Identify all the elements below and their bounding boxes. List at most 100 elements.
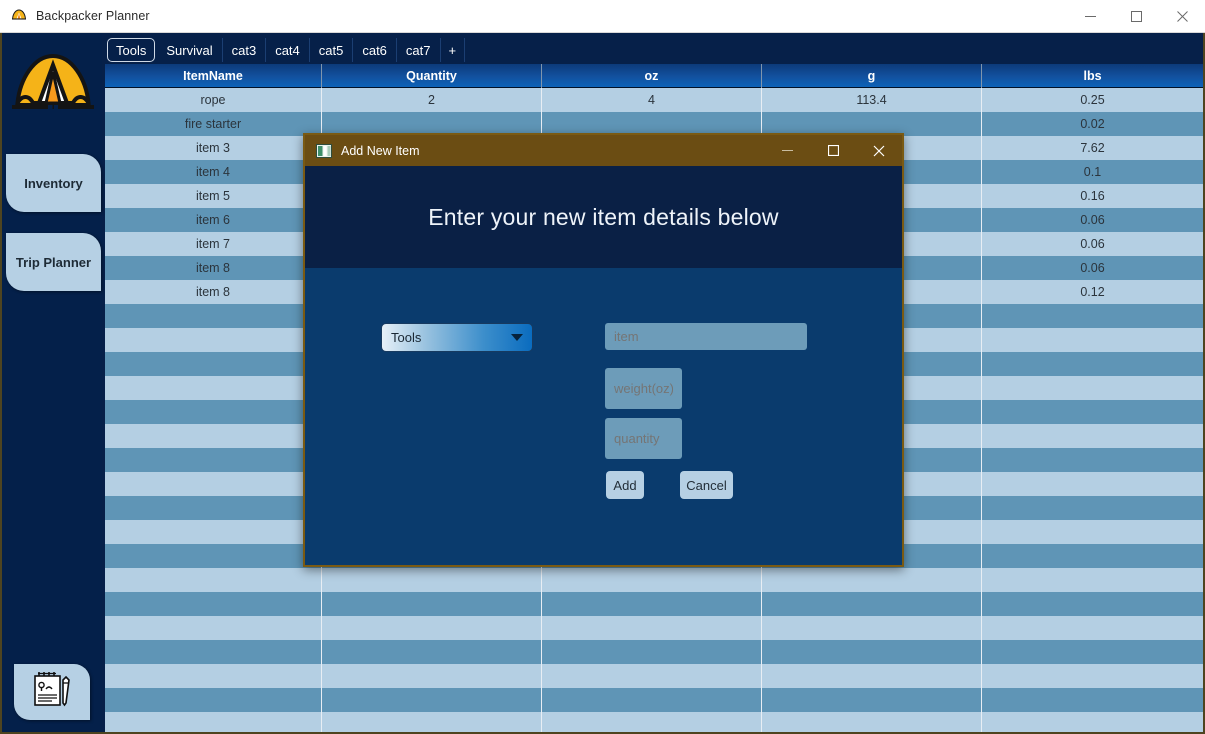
table-cell[interactable] bbox=[542, 688, 762, 712]
cancel-button[interactable]: Cancel bbox=[680, 471, 733, 499]
table-cell[interactable] bbox=[322, 712, 542, 732]
table-cell[interactable] bbox=[105, 520, 322, 544]
table-row[interactable] bbox=[105, 712, 1203, 732]
tab-cat6[interactable]: cat6 bbox=[353, 38, 397, 62]
table-cell[interactable] bbox=[105, 448, 322, 472]
table-cell[interactable] bbox=[762, 664, 982, 688]
table-cell[interactable] bbox=[105, 352, 322, 376]
dialog-minimize-button[interactable] bbox=[764, 135, 810, 166]
table-cell[interactable]: 0.12 bbox=[982, 280, 1203, 304]
tab-cat4[interactable]: cat4 bbox=[266, 38, 310, 62]
table-cell[interactable] bbox=[982, 352, 1203, 376]
table-cell[interactable] bbox=[762, 616, 982, 640]
table-row[interactable] bbox=[105, 688, 1203, 712]
table-cell[interactable] bbox=[105, 664, 322, 688]
table-cell[interactable] bbox=[322, 688, 542, 712]
table-cell[interactable] bbox=[982, 328, 1203, 352]
table-cell[interactable]: item 8 bbox=[105, 256, 322, 280]
table-cell[interactable] bbox=[542, 664, 762, 688]
table-cell[interactable] bbox=[105, 400, 322, 424]
table-cell[interactable]: item 5 bbox=[105, 184, 322, 208]
table-cell[interactable] bbox=[982, 664, 1203, 688]
table-cell[interactable]: 0.06 bbox=[982, 232, 1203, 256]
weight-input[interactable] bbox=[605, 368, 682, 409]
table-cell[interactable] bbox=[105, 544, 322, 568]
table-cell[interactable] bbox=[105, 376, 322, 400]
tab-cat7[interactable]: cat7 bbox=[397, 38, 441, 62]
table-cell[interactable] bbox=[105, 304, 322, 328]
table-cell[interactable] bbox=[105, 568, 322, 592]
table-row[interactable] bbox=[105, 616, 1203, 640]
dialog-maximize-button[interactable] bbox=[810, 135, 856, 166]
table-cell[interactable] bbox=[982, 568, 1203, 592]
table-cell[interactable]: item 6 bbox=[105, 208, 322, 232]
table-cell[interactable]: item 7 bbox=[105, 232, 322, 256]
table-cell[interactable] bbox=[982, 304, 1203, 328]
notepad-button[interactable] bbox=[14, 664, 90, 720]
column-header-g[interactable]: g bbox=[762, 64, 982, 88]
tab-cat5[interactable]: cat5 bbox=[310, 38, 354, 62]
close-button[interactable] bbox=[1159, 0, 1205, 33]
table-cell[interactable]: 2 bbox=[322, 88, 542, 112]
table-cell[interactable] bbox=[762, 568, 982, 592]
table-cell[interactable]: item 8 bbox=[105, 280, 322, 304]
category-select[interactable]: Tools bbox=[381, 323, 533, 352]
table-cell[interactable] bbox=[982, 520, 1203, 544]
table-cell[interactable]: 0.25 bbox=[982, 88, 1203, 112]
table-row[interactable] bbox=[105, 664, 1203, 688]
tab-survival[interactable]: Survival bbox=[157, 38, 223, 62]
table-cell[interactable] bbox=[105, 616, 322, 640]
table-cell[interactable] bbox=[762, 688, 982, 712]
table-cell[interactable] bbox=[982, 616, 1203, 640]
table-cell[interactable] bbox=[322, 664, 542, 688]
add-button[interactable]: Add bbox=[606, 471, 644, 499]
table-cell[interactable] bbox=[542, 640, 762, 664]
tab-tools[interactable]: Tools bbox=[107, 38, 156, 62]
table-cell[interactable] bbox=[105, 328, 322, 352]
table-cell[interactable] bbox=[982, 544, 1203, 568]
table-cell[interactable] bbox=[322, 592, 542, 616]
table-cell[interactable]: rope bbox=[105, 88, 322, 112]
table-cell[interactable] bbox=[542, 712, 762, 732]
table-cell[interactable] bbox=[982, 376, 1203, 400]
table-cell[interactable] bbox=[982, 496, 1203, 520]
table-cell[interactable]: 4 bbox=[542, 88, 762, 112]
table-cell[interactable] bbox=[762, 640, 982, 664]
table-cell[interactable] bbox=[105, 472, 322, 496]
table-cell[interactable] bbox=[105, 688, 322, 712]
table-row[interactable] bbox=[105, 640, 1203, 664]
quantity-input[interactable] bbox=[605, 418, 682, 459]
table-cell[interactable] bbox=[105, 496, 322, 520]
sidebar-item-trip-planner[interactable]: Trip Planner bbox=[6, 233, 101, 291]
table-cell[interactable] bbox=[542, 568, 762, 592]
column-header-itemname[interactable]: ItemName bbox=[105, 64, 322, 88]
table-row[interactable]: rope 2 4 113.4 0.25 bbox=[105, 88, 1203, 112]
table-cell[interactable] bbox=[982, 640, 1203, 664]
table-cell[interactable] bbox=[542, 592, 762, 616]
table-cell[interactable]: fire starter bbox=[105, 112, 322, 136]
table-cell[interactable] bbox=[982, 448, 1203, 472]
table-cell[interactable]: item 3 bbox=[105, 136, 322, 160]
table-cell[interactable]: 0.1 bbox=[982, 160, 1203, 184]
column-header-oz[interactable]: oz bbox=[542, 64, 762, 88]
table-cell[interactable] bbox=[982, 688, 1203, 712]
table-cell[interactable]: item 4 bbox=[105, 160, 322, 184]
table-row[interactable] bbox=[105, 592, 1203, 616]
table-cell[interactable] bbox=[982, 592, 1203, 616]
add-tab-button[interactable]: + bbox=[441, 38, 466, 62]
dialog-close-button[interactable] bbox=[856, 135, 902, 166]
column-header-lbs[interactable]: lbs bbox=[982, 64, 1203, 88]
table-cell[interactable] bbox=[982, 712, 1203, 732]
table-cell[interactable] bbox=[322, 640, 542, 664]
table-cell[interactable] bbox=[105, 424, 322, 448]
table-cell[interactable] bbox=[322, 616, 542, 640]
maximize-button[interactable] bbox=[1113, 0, 1159, 33]
table-cell[interactable]: 7.62 bbox=[982, 136, 1203, 160]
tab-cat3[interactable]: cat3 bbox=[223, 38, 267, 62]
table-cell[interactable] bbox=[322, 568, 542, 592]
table-cell[interactable]: 0.06 bbox=[982, 208, 1203, 232]
minimize-button[interactable] bbox=[1067, 0, 1113, 33]
item-name-input[interactable] bbox=[605, 323, 807, 350]
table-cell[interactable] bbox=[762, 712, 982, 732]
column-header-quantity[interactable]: Quantity bbox=[322, 64, 542, 88]
